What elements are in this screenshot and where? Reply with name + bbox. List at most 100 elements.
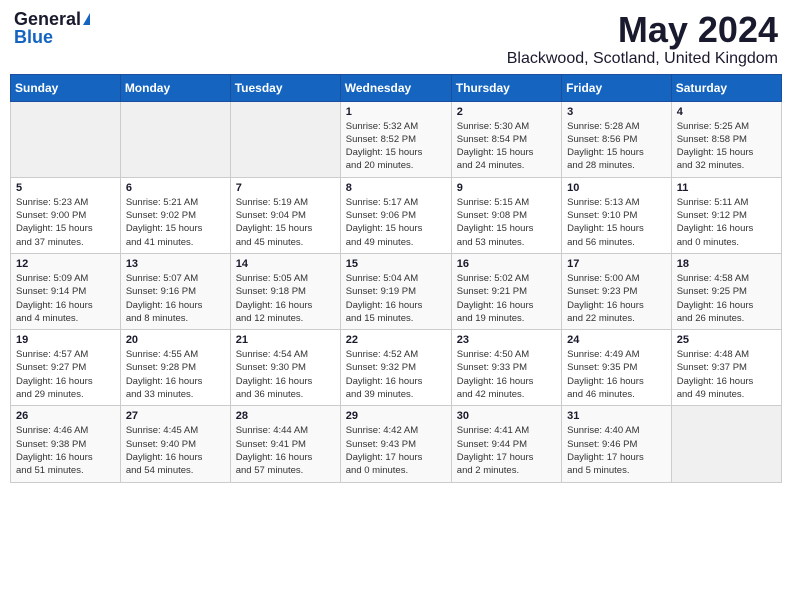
month-title: May 2024 (507, 10, 778, 50)
calendar-week-2: 5 Sunrise: 5:23 AMSunset: 9:00 PMDaylight… (11, 177, 782, 253)
day-number: 17 (567, 258, 666, 270)
day-header-thursday: Thursday (451, 74, 561, 101)
calendar-cell: 16 Sunrise: 5:02 AMSunset: 9:21 PMDayligh… (451, 253, 561, 329)
day-number: 28 (236, 410, 335, 422)
day-info: Sunrise: 5:25 AMSunset: 8:58 PMDaylight:… (677, 120, 776, 173)
day-info: Sunrise: 5:15 AMSunset: 9:08 PMDaylight:… (457, 196, 556, 249)
day-info: Sunrise: 4:41 AMSunset: 9:44 PMDaylight:… (457, 424, 556, 477)
day-number: 7 (236, 182, 335, 194)
day-info: Sunrise: 4:55 AMSunset: 9:28 PMDaylight:… (126, 348, 225, 401)
calendar-cell: 29 Sunrise: 4:42 AMSunset: 9:43 PMDayligh… (340, 406, 451, 482)
logo-blue-text: Blue (14, 27, 53, 47)
day-number: 1 (346, 106, 446, 118)
calendar-cell: 9 Sunrise: 5:15 AMSunset: 9:08 PMDaylight… (451, 177, 561, 253)
calendar-cell (671, 406, 781, 482)
calendar-cell: 13Sunrise: 5:07 AMSunset: 9:16 PMDayligh… (120, 253, 230, 329)
calendar-cell: 19 Sunrise: 4:57 AMSunset: 9:27 PMDayligh… (11, 330, 121, 406)
day-info: Sunrise: 5:19 AMSunset: 9:04 PMDaylight:… (236, 196, 335, 249)
day-header-monday: Monday (120, 74, 230, 101)
day-info: Sunrise: 5:21 AMSunset: 9:02 PMDaylight:… (126, 196, 225, 249)
day-number: 9 (457, 182, 556, 194)
day-number: 4 (677, 106, 776, 118)
day-info: Sunrise: 5:13 AMSunset: 9:10 PMDaylight:… (567, 196, 666, 249)
day-info: Sunrise: 4:58 AMSunset: 9:25 PMDaylight:… (677, 272, 776, 325)
calendar-cell: 8 Sunrise: 5:17 AMSunset: 9:06 PMDaylight… (340, 177, 451, 253)
day-info: Sunrise: 4:46 AMSunset: 9:38 PMDaylight:… (16, 424, 115, 477)
calendar-week-4: 19 Sunrise: 4:57 AMSunset: 9:27 PMDayligh… (11, 330, 782, 406)
day-info: Sunrise: 4:50 AMSunset: 9:33 PMDaylight:… (457, 348, 556, 401)
day-number: 31 (567, 410, 666, 422)
calendar-cell (120, 101, 230, 177)
day-info: Sunrise: 5:00 AMSunset: 9:23 PMDaylight:… (567, 272, 666, 325)
calendar-cell: 3Sunrise: 5:28 AMSunset: 8:56 PMDaylight… (562, 101, 672, 177)
day-info: Sunrise: 5:23 AMSunset: 9:00 PMDaylight:… (16, 196, 115, 249)
day-number: 20 (126, 334, 225, 346)
day-number: 24 (567, 334, 666, 346)
calendar-cell (230, 101, 340, 177)
calendar-cell: 2Sunrise: 5:30 AMSunset: 8:54 PMDaylight… (451, 101, 561, 177)
day-number: 26 (16, 410, 115, 422)
calendar-cell: 26 Sunrise: 4:46 AMSunset: 9:38 PMDayligh… (11, 406, 121, 482)
day-info: Sunrise: 5:32 AMSunset: 8:52 PMDaylight:… (346, 120, 446, 173)
day-info: Sunrise: 4:49 AMSunset: 9:35 PMDaylight:… (567, 348, 666, 401)
calendar-cell: 21Sunrise: 4:54 AMSunset: 9:30 PMDayligh… (230, 330, 340, 406)
day-number: 30 (457, 410, 556, 422)
day-number: 19 (16, 334, 115, 346)
calendar-cell: 10 Sunrise: 5:13 AMSunset: 9:10 PMDayligh… (562, 177, 672, 253)
calendar-cell: 12Sunrise: 5:09 AMSunset: 9:14 PMDayligh… (11, 253, 121, 329)
day-info: Sunrise: 5:09 AMSunset: 9:14 PMDaylight:… (16, 272, 115, 325)
calendar-cell: 17 Sunrise: 5:00 AMSunset: 9:23 PMDayligh… (562, 253, 672, 329)
calendar-week-3: 12Sunrise: 5:09 AMSunset: 9:14 PMDayligh… (11, 253, 782, 329)
day-number: 5 (16, 182, 115, 194)
logo-general-text: General (14, 10, 81, 28)
day-number: 10 (567, 182, 666, 194)
day-number: 6 (126, 182, 225, 194)
calendar-week-5: 26 Sunrise: 4:46 AMSunset: 9:38 PMDayligh… (11, 406, 782, 482)
day-number: 16 (457, 258, 556, 270)
day-info: Sunrise: 5:02 AMSunset: 9:21 PMDaylight:… (457, 272, 556, 325)
day-info: Sunrise: 5:28 AMSunset: 8:56 PMDaylight:… (567, 120, 666, 173)
day-info: Sunrise: 4:45 AMSunset: 9:40 PMDaylight:… (126, 424, 225, 477)
calendar-cell: 4 Sunrise: 5:25 AMSunset: 8:58 PMDaylight… (671, 101, 781, 177)
day-number: 29 (346, 410, 446, 422)
day-info: Sunrise: 4:40 AMSunset: 9:46 PMDaylight:… (567, 424, 666, 477)
day-info: Sunrise: 5:11 AMSunset: 9:12 PMDaylight:… (677, 196, 776, 249)
calendar-cell: 31 Sunrise: 4:40 AMSunset: 9:46 PMDayligh… (562, 406, 672, 482)
logo: General Blue (14, 10, 90, 48)
calendar-cell: 15Sunrise: 5:04 AMSunset: 9:19 PMDayligh… (340, 253, 451, 329)
day-header-tuesday: Tuesday (230, 74, 340, 101)
title-area: May 2024 Blackwood, Scotland, United Kin… (507, 10, 778, 68)
calendar-cell: 6 Sunrise: 5:21 AMSunset: 9:02 PMDaylight… (120, 177, 230, 253)
day-header-sunday: Sunday (11, 74, 121, 101)
day-info: Sunrise: 5:05 AMSunset: 9:18 PMDaylight:… (236, 272, 335, 325)
day-number: 14 (236, 258, 335, 270)
calendar-cell: 5 Sunrise: 5:23 AMSunset: 9:00 PMDaylight… (11, 177, 121, 253)
logo-triangle-icon (83, 13, 90, 25)
calendar-cell: 11Sunrise: 5:11 AMSunset: 9:12 PMDayligh… (671, 177, 781, 253)
location-text: Blackwood, Scotland, United Kingdom (507, 50, 778, 68)
day-info: Sunrise: 4:52 AMSunset: 9:32 PMDaylight:… (346, 348, 446, 401)
day-number: 27 (126, 410, 225, 422)
day-info: Sunrise: 4:57 AMSunset: 9:27 PMDaylight:… (16, 348, 115, 401)
calendar-cell: 14 Sunrise: 5:05 AMSunset: 9:18 PMDayligh… (230, 253, 340, 329)
calendar-table: SundayMondayTuesdayWednesdayThursdayFrid… (10, 74, 782, 483)
day-info: Sunrise: 5:17 AMSunset: 9:06 PMDaylight:… (346, 196, 446, 249)
calendar-cell: 23 Sunrise: 4:50 AMSunset: 9:33 PMDayligh… (451, 330, 561, 406)
day-number: 25 (677, 334, 776, 346)
day-number: 8 (346, 182, 446, 194)
day-number: 22 (346, 334, 446, 346)
page-header: General Blue May 2024 Blackwood, Scotlan… (10, 10, 782, 68)
calendar-cell: 27 Sunrise: 4:45 AMSunset: 9:40 PMDayligh… (120, 406, 230, 482)
calendar-header-row: SundayMondayTuesdayWednesdayThursdayFrid… (11, 74, 782, 101)
calendar-cell: 22 Sunrise: 4:52 AMSunset: 9:32 PMDayligh… (340, 330, 451, 406)
day-info: Sunrise: 4:42 AMSunset: 9:43 PMDaylight:… (346, 424, 446, 477)
day-number: 13 (126, 258, 225, 270)
day-info: Sunrise: 4:44 AMSunset: 9:41 PMDaylight:… (236, 424, 335, 477)
day-header-wednesday: Wednesday (340, 74, 451, 101)
calendar-cell: 20 Sunrise: 4:55 AMSunset: 9:28 PMDayligh… (120, 330, 230, 406)
day-number: 23 (457, 334, 556, 346)
calendar-cell: 24 Sunrise: 4:49 AMSunset: 9:35 PMDayligh… (562, 330, 672, 406)
day-number: 18 (677, 258, 776, 270)
day-info: Sunrise: 4:54 AMSunset: 9:30 PMDaylight:… (236, 348, 335, 401)
day-info: Sunrise: 4:48 AMSunset: 9:37 PMDaylight:… (677, 348, 776, 401)
